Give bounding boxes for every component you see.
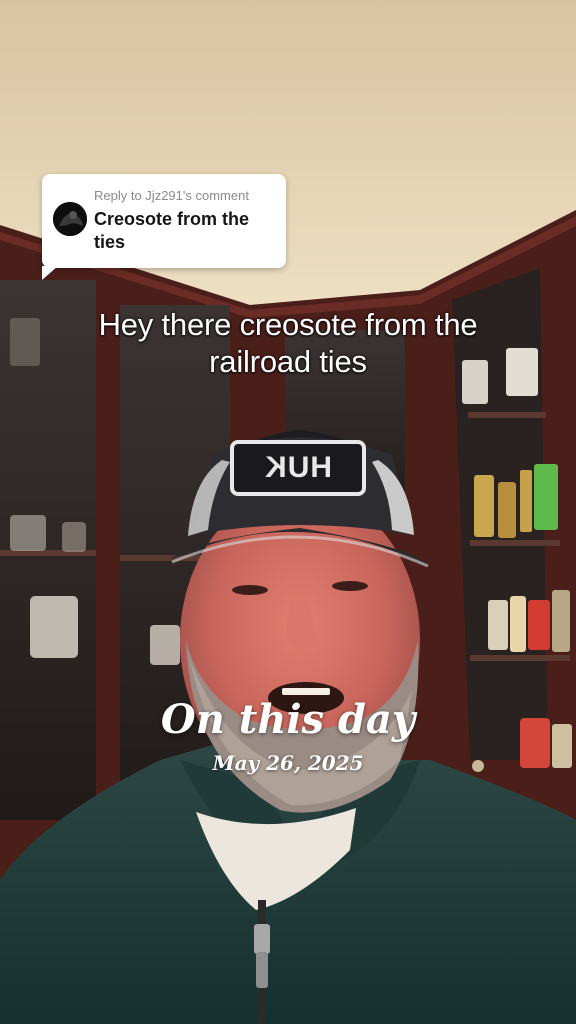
avatar[interactable] [53,202,87,236]
cap-logo: HUK [232,442,364,494]
reply-comment-bubble[interactable]: Reply to Jjz291's comment Creosote from … [42,174,286,280]
cap-logo-text: HUK [264,451,332,484]
caption-line-1: Hey there creosote from the [98,307,478,342]
reply-comment-text: Creosote from the ties [94,209,250,252]
video-scene [0,0,576,1024]
memory-title: On this day [160,696,416,743]
memory-date: May 26, 2025 [212,751,364,775]
video-caption: Hey there creosote from the railroad tie… [20,306,556,380]
video-frame[interactable]: HUK Reply to Jjz291's comment Creosote f… [0,0,576,1024]
caption-line-2: railroad ties [209,344,367,379]
avatar-image [53,202,87,236]
reply-meta-text: Reply to Jjz291's comment [94,188,249,203]
reply-bubble-tail [42,266,58,280]
